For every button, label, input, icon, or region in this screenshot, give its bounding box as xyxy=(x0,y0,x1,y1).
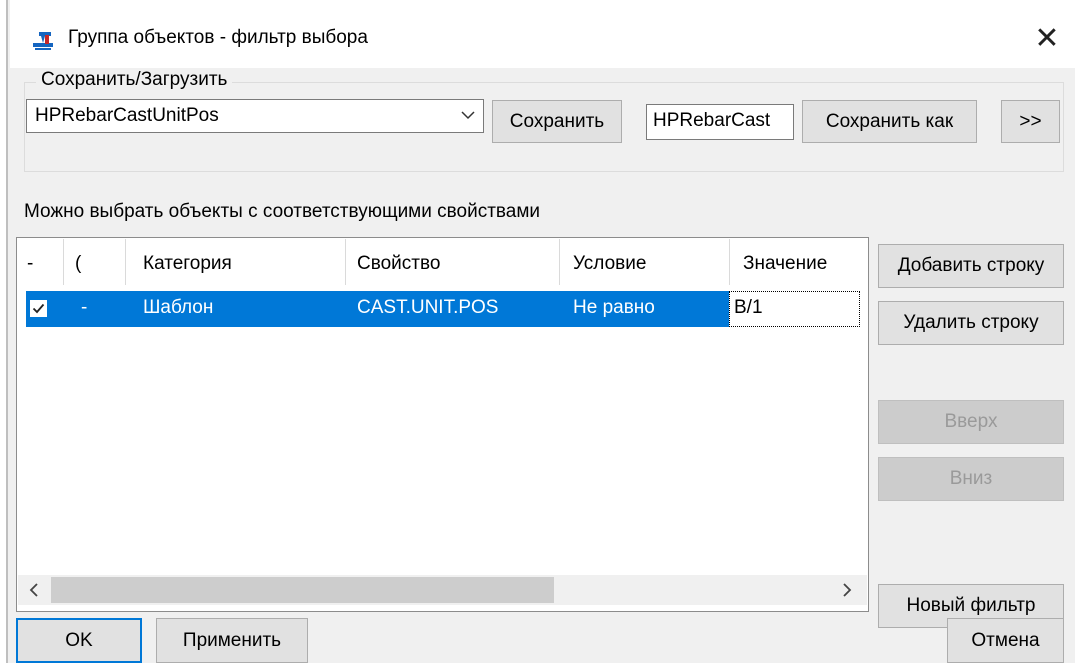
close-button[interactable]: ✕ xyxy=(1027,18,1067,58)
window-left-edge xyxy=(0,0,8,663)
save-as-button[interactable]: Сохранить как xyxy=(802,100,977,143)
add-row-button[interactable]: Добавить строку xyxy=(878,244,1064,288)
app-icon xyxy=(31,28,57,52)
filter-caption: Можно выбрать объекты с соответствующими… xyxy=(24,201,541,222)
column-header-value[interactable]: Значение xyxy=(743,253,827,275)
column-divider xyxy=(125,239,126,285)
chevron-down-icon xyxy=(461,106,475,129)
window-title: Группа объектов - фильтр выбора xyxy=(68,27,368,48)
filter-select[interactable]: HPRebarCastUnitPos xyxy=(26,99,484,133)
more-button[interactable]: >> xyxy=(1001,100,1060,143)
row-category-cell[interactable]: Шаблон xyxy=(143,297,213,319)
scroll-right-icon[interactable] xyxy=(833,577,861,603)
row-condition-cell[interactable]: Не равно xyxy=(573,297,655,319)
cancel-button[interactable]: Отмена xyxy=(947,618,1064,663)
filter-select-value: HPRebarCastUnitPos xyxy=(35,105,219,126)
delete-row-button[interactable]: Удалить строку xyxy=(878,301,1064,345)
scroll-left-icon[interactable] xyxy=(20,577,48,603)
column-header-paren[interactable]: ( xyxy=(75,253,81,275)
column-divider xyxy=(63,239,64,285)
column-divider xyxy=(559,239,560,285)
save-as-name-field[interactable]: HPRebarCast xyxy=(646,104,794,140)
row-checkbox[interactable] xyxy=(30,300,47,317)
column-header-property[interactable]: Свойство xyxy=(357,253,440,275)
horizontal-scrollbar[interactable] xyxy=(18,575,867,605)
save-button[interactable]: Сохранить xyxy=(492,100,622,143)
apply-button[interactable]: Применить xyxy=(156,618,308,663)
filter-grid[interactable]: - ( Категория Свойство Условие Значение … xyxy=(16,237,869,612)
column-header-condition[interactable]: Условие xyxy=(573,253,646,275)
move-up-button[interactable]: Вверх xyxy=(878,400,1064,444)
column-divider xyxy=(729,239,730,285)
scrollbar-thumb[interactable] xyxy=(51,577,554,603)
row-paren-cell[interactable]: - xyxy=(81,297,87,319)
save-load-group-label: Сохранить/Загрузить xyxy=(36,69,233,91)
column-header-category[interactable]: Категория xyxy=(143,253,232,275)
ok-button[interactable]: OK xyxy=(16,618,142,663)
column-header-not[interactable]: - xyxy=(27,253,33,275)
column-divider xyxy=(345,239,346,285)
row-value-cell[interactable]: B/1 xyxy=(729,291,860,327)
move-down-button[interactable]: Вниз xyxy=(878,457,1064,501)
close-icon: ✕ xyxy=(1034,21,1060,55)
row-property-cell[interactable]: CAST.UNIT.POS xyxy=(357,297,498,319)
